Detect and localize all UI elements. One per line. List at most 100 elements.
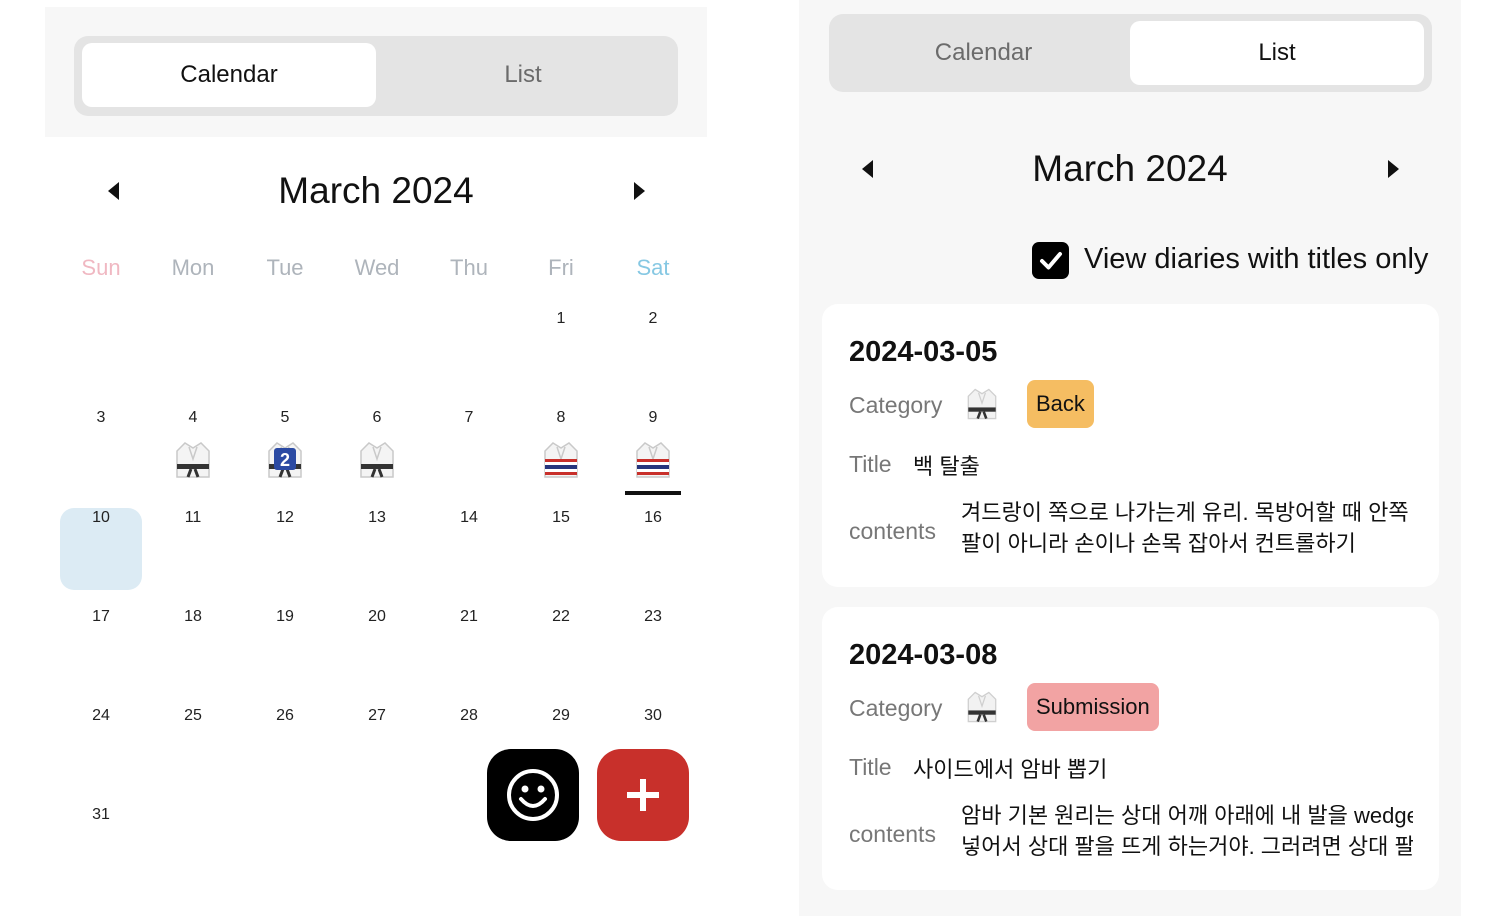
calendar-day[interactable]: 6: [331, 401, 423, 500]
calendar-day[interactable]: 13: [331, 501, 423, 600]
day-number: 10: [92, 509, 110, 526]
weekday-tue: Tue: [266, 255, 304, 280]
day-number: 23: [644, 608, 662, 625]
title-label: Title: [849, 451, 892, 477]
diary-title: 백 탈출: [913, 454, 980, 479]
count-badge: 2: [280, 450, 290, 470]
calendar-day[interactable]: 15: [515, 501, 607, 600]
gi-icon: [967, 388, 997, 420]
day-number: 5: [280, 409, 290, 426]
calendar-day[interactable]: 22: [515, 600, 607, 699]
calendar-day[interactable]: 1: [515, 302, 607, 401]
day-number: 22: [552, 608, 570, 625]
right-view-toggle: Calendar List: [829, 14, 1432, 92]
category-label: Category: [849, 392, 943, 418]
contents-label: contents: [849, 518, 936, 544]
calendar-day[interactable]: 18: [147, 600, 239, 699]
day-number: 12: [276, 509, 294, 526]
left-tab-list[interactable]: List: [376, 43, 670, 107]
diary-contents: 암바 기본 원리는 상대 어깨 아래에 내 발을 wedge 넣어서 상대 팔을…: [961, 800, 1413, 862]
emoji-button[interactable]: [487, 749, 579, 841]
day-number: 9: [648, 409, 658, 426]
day-number: 11: [184, 509, 202, 526]
category-tag: Back: [1027, 380, 1094, 428]
gi-thai-flag-icon: [636, 442, 670, 478]
day-number: 17: [92, 608, 110, 625]
calendar-day[interactable]: 27: [331, 699, 423, 798]
left-next-month-icon[interactable]: [634, 182, 645, 200]
add-diary-button[interactable]: [597, 749, 689, 841]
day-number: 16: [644, 509, 662, 526]
calendar-day[interactable]: 11: [147, 501, 239, 600]
right-tab-calendar[interactable]: Calendar: [837, 21, 1130, 85]
day-number: 4: [188, 409, 198, 426]
calendar-day[interactable]: 19: [239, 600, 331, 699]
calendar-day[interactable]: 17: [55, 600, 147, 699]
titles-only-label[interactable]: View diaries with titles only: [1084, 243, 1428, 276]
calendar-day[interactable]: 10: [55, 501, 147, 600]
diary-card[interactable]: 2024-03-08 Category Submission Title 사이드…: [822, 607, 1439, 890]
day-number: 19: [276, 608, 294, 625]
day-number: 15: [552, 509, 570, 526]
diary-title: 사이드에서 암바 뽑기: [913, 757, 1108, 782]
calendar-day[interactable]: 7: [423, 401, 515, 500]
calendar-day[interactable]: 21: [423, 600, 515, 699]
day-number: 18: [184, 608, 202, 625]
right-next-month-icon[interactable]: [1388, 160, 1399, 178]
calendar-day[interactable]: 3: [55, 401, 147, 500]
calendar-day[interactable]: 20: [331, 600, 423, 699]
weekday-sun: Sun: [81, 255, 121, 280]
day-number: 3: [96, 409, 106, 426]
contents-line: 겨드랑이 쪽으로 나가는게 유리. 목방어할 때 안쪽: [961, 500, 1409, 525]
calendar-day[interactable]: 25: [147, 699, 239, 798]
calendar-day[interactable]: 12: [239, 501, 331, 600]
day-number: 6: [372, 409, 382, 426]
calendar-day[interactable]: 14: [423, 501, 515, 600]
smiley-icon: [507, 769, 559, 821]
calendar-day[interactable]: 26: [239, 699, 331, 798]
left-month-title: March 2024: [278, 170, 474, 211]
right-tab-list[interactable]: List: [1130, 21, 1424, 85]
weekday-thu: Thu: [450, 255, 488, 280]
calendar-day[interactable]: 4: [147, 401, 239, 500]
calendar-day[interactable]: 8: [515, 401, 607, 500]
calendar-day[interactable]: 2: [607, 302, 699, 401]
checkmark-icon: [1039, 251, 1062, 269]
right-prev-month-icon[interactable]: [862, 160, 873, 178]
calendar-day[interactable]: 23: [607, 600, 699, 699]
weekday-fri: Fri: [548, 255, 574, 280]
title-label: Title: [849, 754, 892, 780]
day-number: 1: [556, 310, 566, 327]
gi-black-belt-icon: [176, 442, 210, 478]
category-tag: Submission: [1027, 683, 1159, 731]
day-number: 2: [648, 310, 658, 327]
day-number: 20: [368, 608, 386, 625]
right-month-title: March 2024: [1032, 148, 1228, 189]
titles-only-checkbox[interactable]: [1032, 242, 1069, 279]
weekday-mon: Mon: [171, 255, 215, 280]
contents-line: 암바 기본 원리는 상대 어깨 아래에 내 발을 wedge: [961, 803, 1413, 828]
calendar-day[interactable]: 31: [55, 798, 147, 897]
calendar-day[interactable]: 16: [607, 501, 699, 600]
day-number: 13: [368, 509, 386, 526]
diary-date: 2024-03-08: [849, 639, 998, 671]
contents-label: contents: [849, 821, 936, 847]
contents-line: 팔이 아니라 손이나 손목 잡아서 컨트롤하기: [961, 531, 1356, 556]
plus-icon: [627, 779, 659, 811]
left-tab-calendar[interactable]: Calendar: [82, 43, 376, 107]
left-view-toggle: Calendar List: [74, 36, 678, 116]
day-number: 28: [460, 707, 478, 724]
day-number: 26: [276, 707, 294, 724]
day-number: 8: [556, 409, 566, 426]
calendar-day[interactable]: 52: [239, 401, 331, 500]
diary-card[interactable]: 2024-03-05 Category Back Title 백 탈출 cont…: [822, 304, 1439, 587]
diary-contents: 겨드랑이 쪽으로 나가는게 유리. 목방어할 때 안쪽 팔이 아니라 손이나 손…: [961, 497, 1413, 559]
day-number: 21: [460, 608, 478, 625]
category-label: Category: [849, 695, 943, 721]
left-prev-month-icon[interactable]: [108, 182, 119, 200]
selected-day-underline: [625, 491, 681, 495]
diary-date: 2024-03-05: [849, 336, 998, 368]
calendar-day[interactable]: 24: [55, 699, 147, 798]
day-number: 31: [92, 806, 110, 823]
calendar-day[interactable]: 9: [607, 401, 699, 500]
